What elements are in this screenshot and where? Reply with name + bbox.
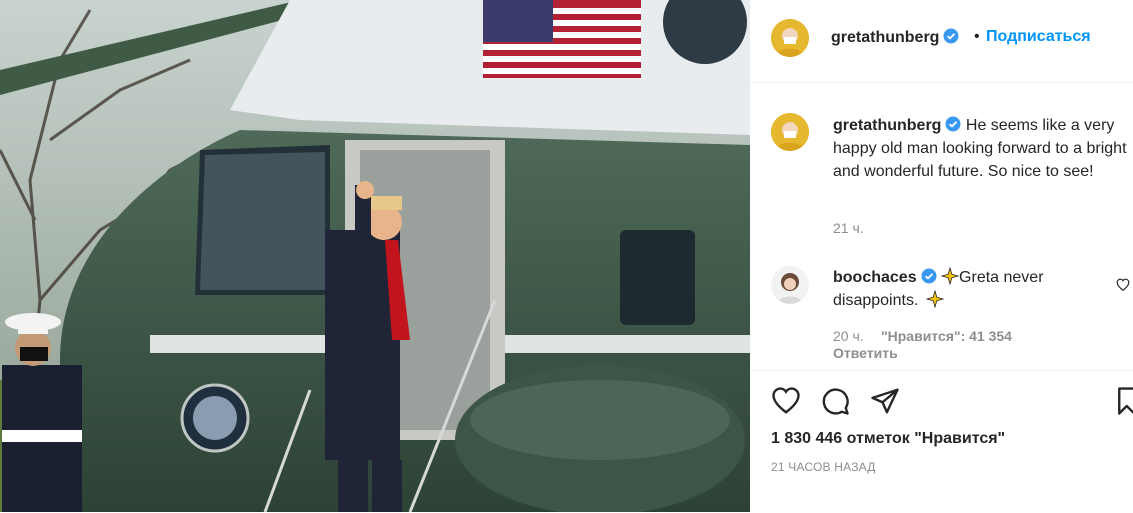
comment-avatar-image [771, 266, 809, 304]
post-header: gretathunberg • Подписаться [750, 0, 1133, 83]
verified-badge-icon [921, 268, 937, 284]
bookmark-icon[interactable] [1118, 386, 1133, 416]
caption-avatar-image [771, 113, 809, 151]
caption-time[interactable]: 21 ч. [833, 220, 864, 236]
post-photo-graphic [0, 0, 750, 512]
header-username-link[interactable]: gretathunberg [831, 28, 959, 47]
comment-like-heart-icon[interactable] [1116, 278, 1130, 292]
caption-username: gretathunberg [833, 117, 942, 134]
avatar[interactable] [771, 19, 809, 57]
caption-username-link[interactable]: gretathunberg [833, 116, 961, 134]
caption: gretathunberg He seems like a very happy… [833, 114, 1133, 183]
verified-badge-icon [943, 28, 959, 44]
share-icon[interactable] [870, 386, 900, 416]
comment-username: boochaces [833, 269, 917, 286]
post-time[interactable]: 21 ЧАСОВ НАЗАД [771, 460, 876, 474]
header-separator: • [974, 28, 980, 45]
avatar-image [771, 19, 809, 57]
reply-button[interactable]: Ответить [833, 345, 898, 361]
follow-button[interactable]: Подписаться [986, 28, 1091, 46]
flag-graphic [483, 0, 641, 78]
comment-avatar[interactable] [771, 266, 809, 304]
comment-username-link[interactable]: boochaces [833, 268, 937, 286]
comment-likes[interactable]: "Нравится": 41 354 [881, 328, 1012, 344]
caption-avatar[interactable] [771, 113, 809, 151]
comment: boochaces Greta never disappoints. [833, 266, 1113, 312]
comment-icon[interactable] [820, 386, 850, 416]
likes-count[interactable]: 1 830 446 отметок "Нравится" [771, 430, 1005, 448]
comment-time[interactable]: 20 ч. [833, 328, 864, 344]
post-sidebar: gretathunberg • Подписаться gretathunber… [750, 0, 1133, 512]
sparkle-icon [940, 266, 960, 286]
verified-badge-icon [945, 116, 961, 132]
header-username: gretathunberg [831, 29, 940, 46]
sparkle-icon [925, 289, 945, 309]
post-photo[interactable] [0, 0, 750, 512]
heart-icon[interactable] [771, 386, 801, 416]
